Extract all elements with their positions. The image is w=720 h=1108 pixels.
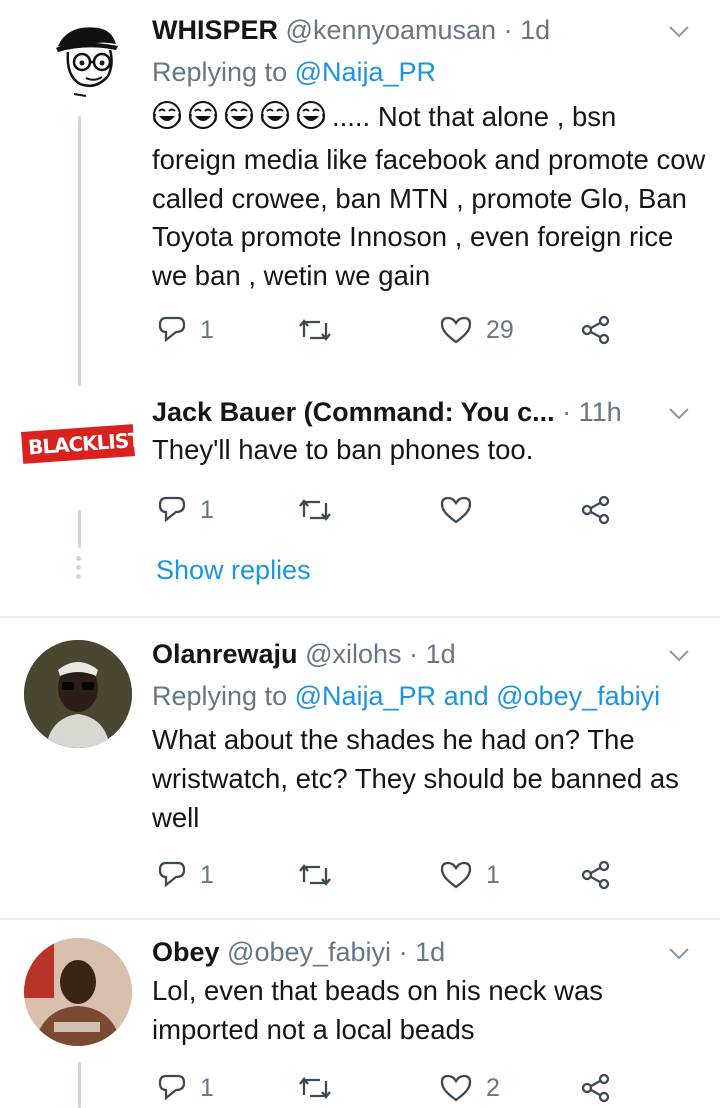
avatar-olanrewaju[interactable] (24, 640, 132, 748)
display-name[interactable]: Obey (152, 937, 220, 967)
like-icon (440, 496, 472, 524)
like-button[interactable]: 1 (440, 857, 500, 893)
share-button[interactable] (580, 857, 612, 893)
reply-button[interactable]: 1 (158, 857, 214, 893)
tweet-actions: 1 29 (152, 312, 622, 348)
replying-join: and (436, 681, 497, 711)
like-button[interactable]: 2 (440, 1070, 500, 1106)
thread-line (78, 1062, 81, 1108)
tweet-header: WHISPER @kennyoamusan · 1d (152, 12, 660, 48)
like-button[interactable]: 29 (440, 312, 514, 348)
divider (0, 918, 720, 920)
replying-prefix: Replying to (152, 681, 295, 711)
replying-to: Replying to @Naija_PR and @obey_fabiyi (152, 678, 660, 714)
tweet-text: Lol, even that beads on his neck was imp… (152, 972, 707, 1050)
share-icon (581, 495, 610, 525)
timestamp[interactable]: 1d (426, 639, 456, 669)
replying-to-link[interactable]: @Naija_PR (295, 57, 436, 87)
retweet-icon (299, 499, 331, 521)
show-replies-link[interactable]: Show replies (156, 552, 311, 588)
tweet-jack-bauer[interactable]: BLACKLIST Jack Bauer (Command: You c... … (0, 394, 720, 614)
reply-button[interactable]: 1 (158, 312, 214, 348)
reply-button[interactable]: 1 (158, 492, 214, 528)
tweet-actions: 1 1 (152, 857, 622, 893)
reply-count: 1 (200, 315, 214, 344)
tweet-body: They'll have to ban phones too. (152, 434, 534, 465)
tweet-body: What about the shades he had on? The wri… (152, 724, 679, 833)
avatar-obey[interactable] (24, 938, 132, 1046)
replying-prefix: Replying to (152, 57, 295, 87)
tweet-header: Obey @obey_fabiyi · 1d (152, 934, 660, 970)
laughing-emoji-icon (152, 100, 332, 141)
tweet-text: ..... Not that alone , bsn foreign media… (152, 98, 707, 296)
replying-to-link[interactable]: @Naija_PR (295, 681, 436, 711)
tweet-text: They'll have to ban phones too. (152, 431, 707, 470)
retweet-icon (299, 319, 331, 341)
timestamp[interactable]: 1d (415, 937, 445, 967)
reply-button[interactable]: 1 (158, 1070, 214, 1106)
chevron-down-icon[interactable] (668, 942, 690, 964)
share-icon (581, 315, 610, 345)
timestamp[interactable]: 1d (520, 15, 550, 45)
tweet-olanrewaju[interactable]: Olanrewaju @xilohs · 1d Replying to @Nai… (0, 636, 720, 916)
like-icon (440, 316, 472, 344)
thread-line (78, 116, 81, 386)
tweet-actions: 1 (152, 492, 622, 528)
like-count: 2 (486, 1073, 500, 1102)
replying-to: Replying to @Naija_PR (152, 54, 436, 90)
like-icon (440, 861, 472, 889)
chevron-down-icon[interactable] (668, 644, 690, 666)
blacklist-logo: BLACKLIST (21, 424, 142, 464)
like-count: 1 (486, 860, 500, 889)
retweet-icon (299, 864, 331, 886)
chevron-down-icon[interactable] (668, 20, 690, 42)
chevron-down-icon[interactable] (668, 402, 690, 424)
avatar-blacklist[interactable]: BLACKLIST (21, 424, 142, 464)
like-count: 29 (486, 315, 514, 344)
share-icon (581, 1073, 610, 1103)
reply-icon (158, 496, 186, 523)
tweet-body: Lol, even that beads on his neck was imp… (152, 975, 603, 1045)
thread-line (78, 510, 81, 548)
retweet-button[interactable] (298, 1070, 332, 1106)
reply-icon (158, 1074, 186, 1101)
like-icon (440, 1074, 472, 1102)
timestamp[interactable]: 11h (579, 397, 622, 427)
tweet-obey[interactable]: Obey @obey_fabiyi · 1d Lol, even that be… (0, 934, 720, 1108)
avatar-whisper[interactable] (46, 18, 126, 98)
display-name[interactable]: Olanrewaju (152, 639, 298, 669)
retweet-button[interactable] (298, 312, 332, 348)
replying-to-link-2[interactable]: @obey_fabiyi (496, 681, 660, 711)
reply-icon (158, 316, 186, 343)
display-name[interactable]: Jack Bauer (Command: You c... (152, 397, 555, 427)
user-handle[interactable]: @xilohs (305, 639, 401, 669)
divider (0, 616, 720, 618)
retweet-button[interactable] (298, 492, 332, 528)
reply-count: 1 (200, 860, 214, 889)
tweet-text: What about the shades he had on? The wri… (152, 721, 707, 837)
reply-icon (158, 861, 186, 888)
share-button[interactable] (580, 492, 612, 528)
separator-dot: · (409, 639, 419, 669)
separator-dot: · (562, 397, 572, 427)
display-name[interactable]: WHISPER (152, 15, 278, 45)
tweet-header: Jack Bauer (Command: You c... · 11h (152, 394, 660, 430)
user-handle[interactable]: @obey_fabiyi (227, 937, 391, 967)
separator-dot: · (503, 15, 513, 45)
share-button[interactable] (580, 1070, 612, 1106)
reply-count: 1 (200, 495, 214, 524)
more-replies-dots (76, 556, 82, 583)
share-icon (581, 860, 610, 890)
separator-dot: · (398, 937, 408, 967)
retweet-icon (299, 1077, 331, 1099)
tweet-whisper[interactable]: WHISPER @kennyoamusan · 1d Replying to @… (0, 12, 720, 392)
reply-count: 1 (200, 1073, 214, 1102)
share-button[interactable] (580, 312, 612, 348)
tweet-header: Olanrewaju @xilohs · 1d (152, 636, 660, 672)
like-button[interactable] (440, 492, 472, 528)
retweet-button[interactable] (298, 857, 332, 893)
tweet-actions: 1 2 (152, 1070, 622, 1106)
user-handle[interactable]: @kennyoamusan (286, 15, 497, 45)
